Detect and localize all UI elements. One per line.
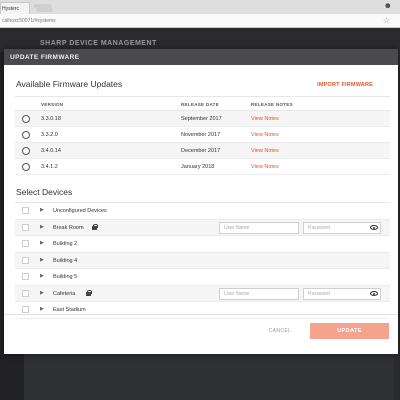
browser-tab-bar: Hysterc × ☻: [0, 0, 400, 14]
firmware-release-date: November 2017: [181, 132, 221, 138]
device-group-name: Cafeteria: [53, 290, 76, 297]
column-header-version: VERSION: [41, 102, 64, 107]
expand-caret-icon[interactable]: ▶: [40, 257, 44, 263]
device-checkbox[interactable]: [22, 256, 29, 264]
footer-divider: [4, 314, 398, 315]
browser-tab-title: Hysterc: [2, 6, 19, 12]
firmware-radio[interactable]: [22, 147, 30, 155]
update-button[interactable]: UPDATE: [310, 323, 389, 339]
device-row[interactable]: ▶ Building 5: [15, 269, 390, 286]
expand-caret-icon[interactable]: ▶: [40, 306, 44, 312]
firmware-row[interactable]: 3.3.2.0 November 2017 View Notes: [15, 127, 390, 143]
device-row[interactable]: ▶ Cafeteria: [15, 285, 390, 302]
url-text: calhost:50071/#systems: [2, 18, 56, 24]
devices-section-title: Select Devices: [16, 187, 73, 197]
firmware-version: 3.3.2.0: [41, 132, 58, 138]
view-notes-link[interactable]: View Notes: [251, 116, 279, 122]
device-row[interactable]: ▶ Unconfigured Devices: [15, 203, 390, 220]
address-bar[interactable]: calhost:50071/#systems ☆: [0, 14, 400, 28]
column-header-release-notes: RELEASE NOTES: [251, 102, 293, 107]
star-icon[interactable]: ☆: [383, 16, 390, 25]
firmware-table-header: VERSION RELEASE DATE RELEASE NOTES: [15, 97, 390, 111]
view-notes-link[interactable]: View Notes: [251, 164, 279, 170]
firmware-version: 3.4.0.14: [41, 148, 61, 154]
username-input[interactable]: [219, 221, 299, 234]
expand-caret-icon[interactable]: ▶: [40, 207, 44, 213]
device-group-name: East Stadium: [53, 307, 86, 313]
username-input[interactable]: [219, 287, 299, 300]
firmware-radio[interactable]: [22, 131, 30, 139]
firmware-row[interactable]: 3.4.0.14 December 2017 View Notes: [15, 143, 390, 159]
firmware-table: VERSION RELEASE DATE RELEASE NOTES 3.3.0…: [15, 96, 390, 175]
firmware-section-title: Available Firmware Updates: [16, 79, 123, 89]
import-firmware-link[interactable]: IMPORT FIRMWARE: [317, 82, 373, 88]
device-group-name: Building 2: [53, 241, 78, 247]
lock-icon: [86, 289, 92, 296]
firmware-version: 3.3.0.18: [41, 116, 61, 122]
devices-list[interactable]: ▶ Unconfigured Devices ▶ Break Room ▶ Bu…: [15, 202, 390, 319]
device-row[interactable]: ▶ Break Room: [15, 219, 390, 236]
view-notes-link[interactable]: View Notes: [251, 132, 279, 138]
device-checkbox[interactable]: [22, 306, 29, 313]
eye-icon[interactable]: [370, 290, 378, 296]
modal-title: UPDATE FIRMWARE: [4, 49, 398, 65]
firmware-row[interactable]: 3.3.0.18 September 2017 View Notes: [15, 111, 390, 127]
expand-caret-icon[interactable]: ▶: [40, 290, 44, 296]
device-group-name: Building 5: [53, 274, 78, 280]
browser-tab[interactable]: Hysterc: [0, 2, 30, 14]
device-checkbox[interactable]: [22, 207, 29, 214]
update-firmware-modal: UPDATE FIRMWARE Available Firmware Updat…: [4, 49, 398, 354]
person-icon[interactable]: ☻: [384, 1, 392, 10]
new-tab-button[interactable]: [34, 4, 54, 12]
firmware-release-date: September 2017: [181, 116, 222, 122]
device-group-name: Building 4: [53, 257, 78, 264]
device-row[interactable]: ▶ Building 4: [15, 252, 390, 269]
app-title: SHARP DEVICE MANAGEMENT: [40, 40, 157, 47]
expand-caret-icon[interactable]: ▶: [40, 240, 44, 246]
expand-caret-icon[interactable]: ▶: [40, 224, 44, 230]
firmware-release-date: January 2018: [181, 164, 215, 170]
firmware-row[interactable]: 3.4.1.2 January 2018 View Notes: [15, 159, 390, 175]
device-group-name: Break Room: [53, 224, 84, 231]
firmware-version: 3.4.1.2: [41, 164, 58, 170]
device-checkbox[interactable]: [22, 289, 29, 297]
device-group-name: Unconfigured Devices: [53, 208, 107, 214]
firmware-radio[interactable]: [22, 115, 30, 123]
device-checkbox[interactable]: [22, 240, 29, 247]
eye-icon[interactable]: [370, 224, 378, 230]
view-notes-link[interactable]: View Notes: [251, 148, 279, 154]
firmware-radio[interactable]: [22, 163, 30, 171]
device-checkbox[interactable]: [22, 273, 29, 280]
column-header-release-date: RELEASE DATE: [181, 102, 220, 107]
expand-caret-icon[interactable]: ▶: [40, 273, 44, 279]
device-row[interactable]: ▶ Building 2: [15, 236, 390, 253]
lock-icon: [92, 223, 98, 230]
firmware-release-date: December 2017: [181, 148, 221, 154]
device-checkbox[interactable]: [22, 223, 29, 231]
cancel-button[interactable]: CANCEL: [260, 323, 300, 339]
device-row[interactable]: ▶ East Stadium: [15, 302, 390, 319]
